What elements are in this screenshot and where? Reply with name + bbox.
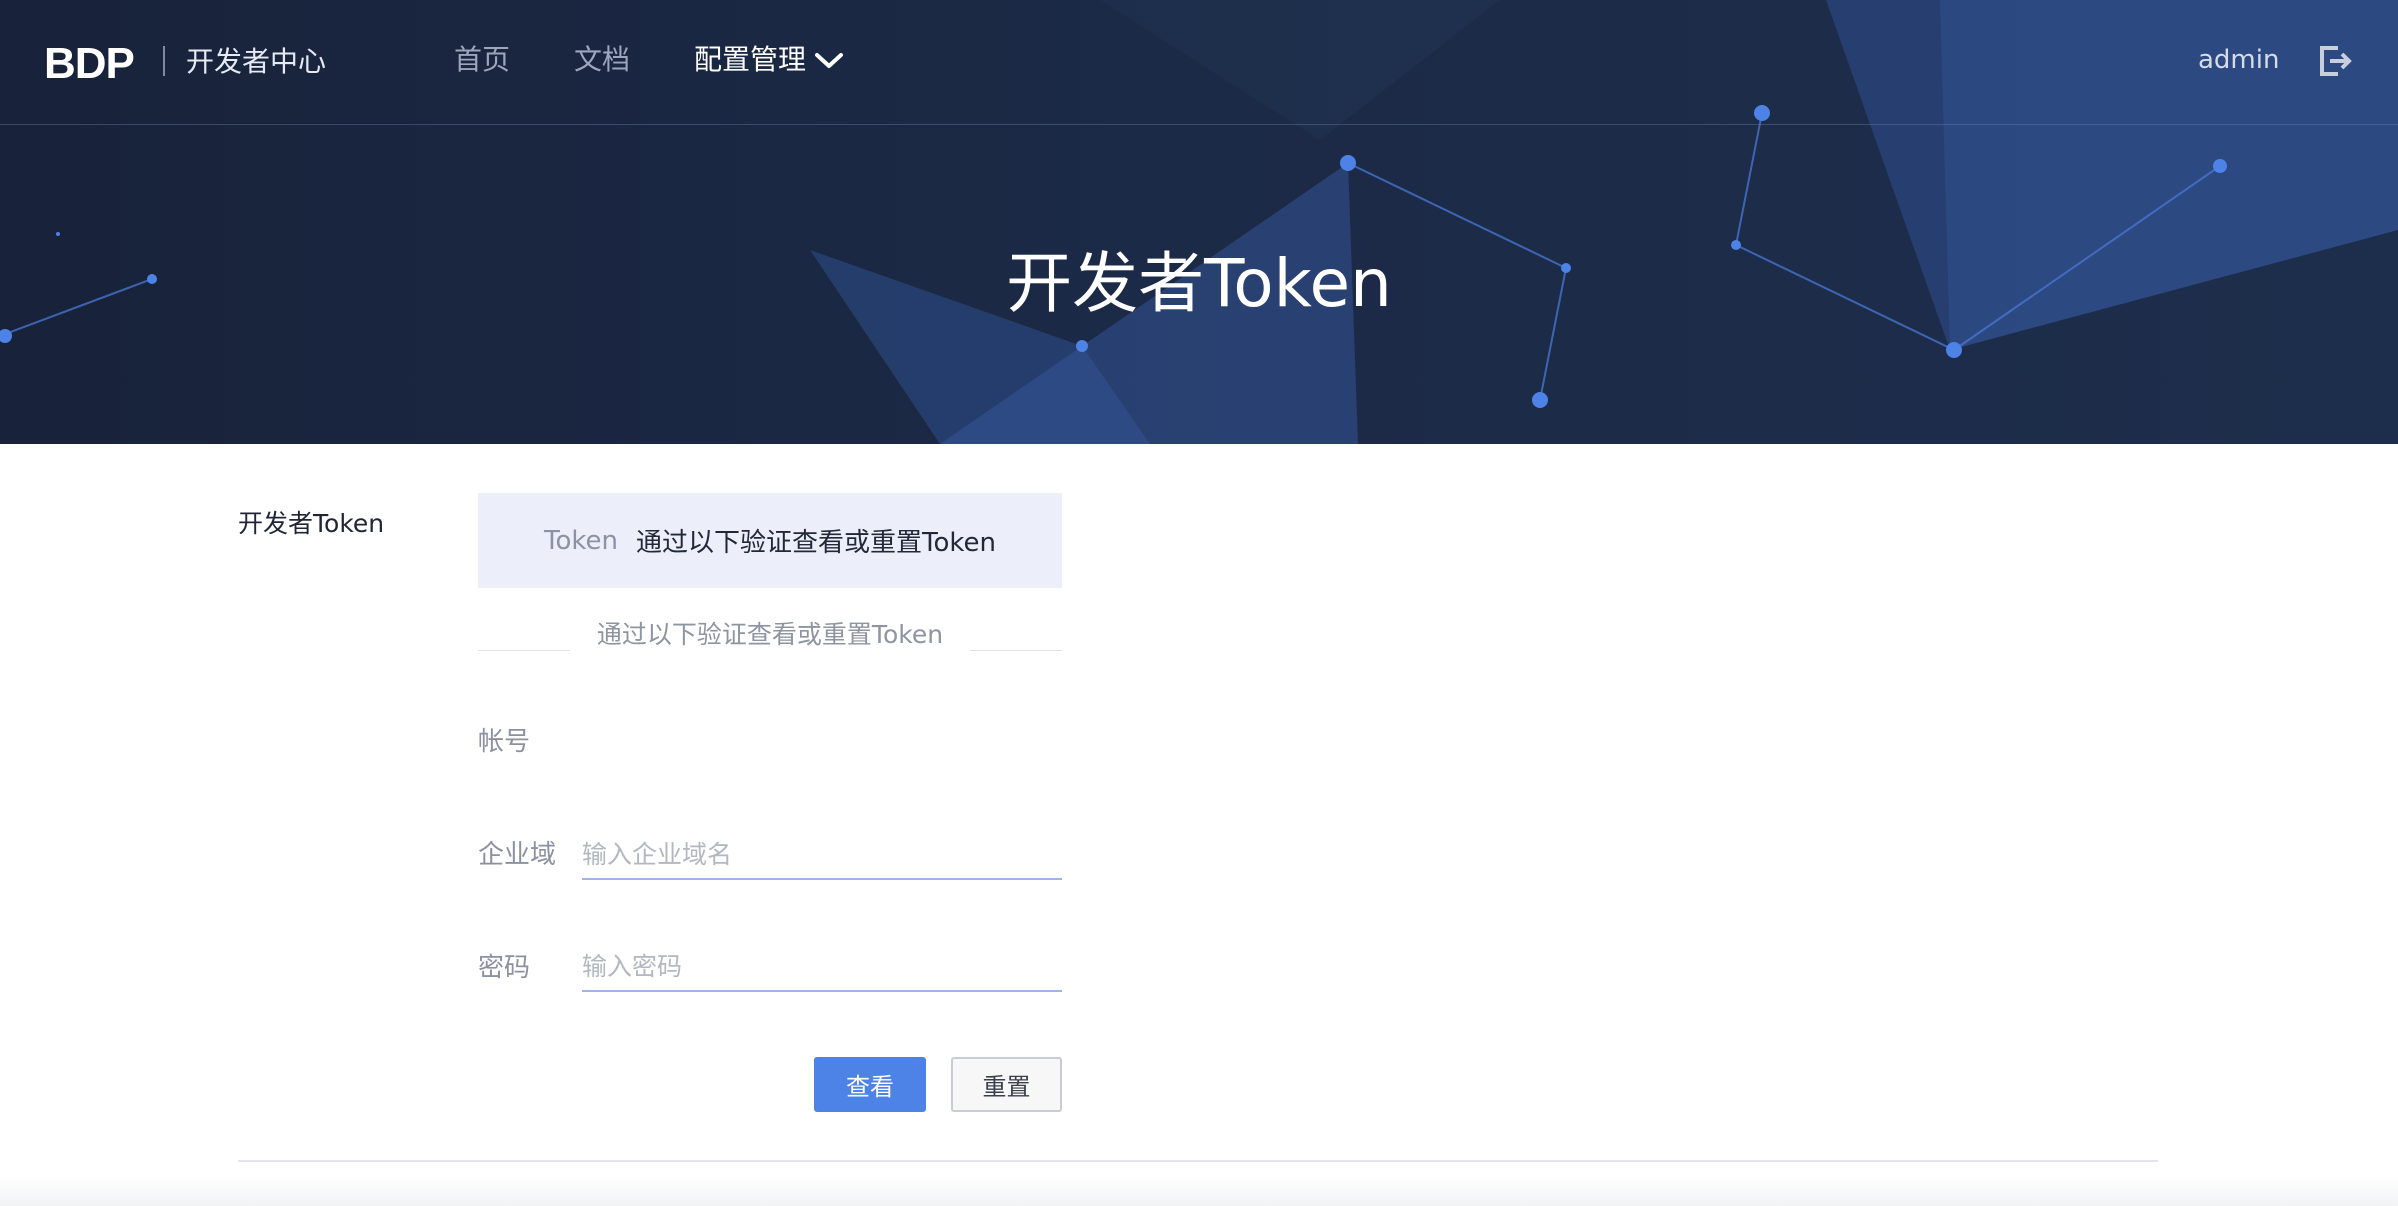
divider-text: 通过以下验证查看或重置Token [596, 620, 944, 649]
section-label: 开发者Token [238, 509, 385, 538]
nav-config-management[interactable]: 配置管理 [694, 40, 806, 80]
user-name[interactable]: admin [2198, 40, 2279, 80]
token-value: 通过以下验证查看或重置Token [636, 528, 996, 558]
chevron-down-icon[interactable] [814, 52, 844, 70]
logout-icon[interactable] [2318, 44, 2352, 78]
bottom-divider [238, 1160, 2158, 1162]
token-display: Token 通过以下验证查看或重置Token [478, 493, 1062, 588]
account-label: 帐号 [478, 727, 531, 757]
password-label: 密码 [478, 953, 531, 983]
nav-docs[interactable]: 文档 [574, 40, 630, 80]
svg-text:BDP: BDP [44, 42, 134, 82]
hero-banner: BDP 开发者中心 首页 文档 配置管理 admin 开发者Token [0, 0, 2398, 444]
bdp-logo[interactable]: BDP [44, 40, 150, 84]
divider-line-left [478, 650, 570, 651]
footer-shadow [0, 1176, 2398, 1206]
top-navbar: BDP 开发者中心 首页 文档 配置管理 admin [0, 0, 2398, 125]
domain-label: 企业域 [478, 840, 557, 870]
verify-divider: 通过以下验证查看或重置Token [478, 619, 1062, 679]
token-key: Token [544, 525, 618, 556]
logo-divider [163, 46, 165, 76]
bdp-logo-icon: BDP [44, 42, 135, 82]
site-subtitle: 开发者中心 [186, 45, 327, 78]
password-input[interactable] [582, 942, 1062, 992]
reset-button[interactable]: 重置 [951, 1057, 1062, 1112]
view-button[interactable]: 查看 [814, 1057, 926, 1112]
page-title: 开发者Token [1006, 245, 1392, 322]
divider-line-right [970, 650, 1062, 651]
domain-input[interactable] [582, 830, 1062, 880]
nav-home[interactable]: 首页 [454, 40, 510, 80]
